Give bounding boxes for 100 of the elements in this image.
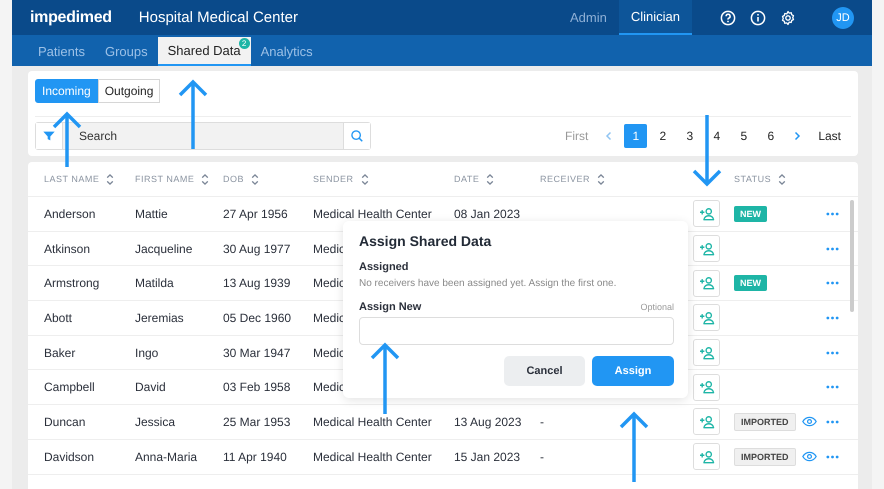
table-cell: - (540, 450, 544, 464)
role-tab[interactable]: Clinician (618, 0, 692, 35)
add-person-icon (698, 206, 714, 221)
table-cell: Matilda (135, 276, 174, 290)
table-cell: 30 Mar 1947 (223, 346, 290, 360)
settings-icon[interactable] (780, 10, 796, 26)
sort-icon[interactable] (778, 172, 786, 186)
more-icon[interactable] (826, 316, 839, 320)
status-badge: IMPORTED (734, 448, 796, 466)
view-eye-icon[interactable] (802, 416, 817, 428)
count-badge: 2 (238, 38, 250, 49)
assign-user-button[interactable] (693, 200, 720, 228)
add-person-icon (698, 276, 714, 290)
assign-user-button[interactable] (693, 443, 720, 470)
add-person-icon (698, 450, 714, 464)
column-header[interactable]: SENDER (313, 174, 354, 184)
optional-hint: Optional (640, 302, 674, 312)
column-header[interactable]: LAST NAME (44, 174, 100, 184)
add-person-icon (698, 414, 714, 429)
more-icon[interactable] (826, 350, 839, 355)
table-cell: 27 Apr 1956 (223, 206, 288, 221)
info-icon[interactable] (750, 10, 766, 26)
assign-user-button[interactable] (693, 374, 720, 401)
more-icon[interactable] (826, 246, 839, 251)
table-cell: David (135, 380, 166, 394)
add-person-icon (698, 346, 714, 360)
logo: impedimed (30, 8, 112, 26)
table-cell: Jeremias (135, 310, 184, 325)
table-cell: Jessica (135, 414, 176, 429)
table-cell: Duncan (44, 414, 86, 429)
sort-icon[interactable] (360, 172, 369, 186)
table-cell: 13 Aug 1939 (223, 276, 290, 290)
table-cell: Medic (313, 346, 346, 360)
last-page-link[interactable]: Last (818, 129, 841, 143)
page-button[interactable]: 4 (705, 124, 728, 148)
page-button[interactable]: 1 (624, 124, 648, 148)
chevron-right-icon[interactable] (792, 131, 802, 141)
page-button[interactable]: 5 (732, 124, 756, 148)
table-cell: Medical Health Center (313, 206, 432, 221)
more-icon[interactable] (826, 454, 839, 459)
table-cell: Medic (313, 242, 346, 256)
nav-tab[interactable]: Analytics (250, 37, 323, 66)
column-header[interactable]: FIRST NAME (135, 174, 194, 184)
sort-icon[interactable] (486, 172, 494, 186)
table-cell: Armstrong (44, 276, 100, 290)
assign-user-button[interactable] (693, 235, 720, 262)
nav-tab[interactable]: Patients (28, 37, 95, 66)
table-cell: Medic (313, 276, 346, 290)
table-cell: Campbell (44, 380, 95, 394)
add-person-icon (698, 310, 714, 325)
role-tab[interactable]: Admin (558, 0, 619, 35)
sort-icon[interactable] (201, 172, 210, 186)
status-badge: NEW (734, 206, 767, 222)
more-icon[interactable] (826, 281, 839, 286)
assigned-message: No receivers have been assigned yet. Assign the first one. (359, 278, 618, 289)
assign-user-button[interactable] (693, 270, 720, 297)
table-cell: Medic (313, 380, 346, 394)
column-header[interactable]: STATUS (734, 174, 772, 184)
column-header[interactable]: DATE (454, 174, 480, 184)
table-cell: Davidson (44, 450, 94, 464)
page-button[interactable]: 3 (678, 124, 702, 148)
user-avatar[interactable]: JD (832, 6, 854, 28)
column-header[interactable]: DOB (223, 174, 244, 184)
sort-icon[interactable] (597, 172, 606, 186)
assign-user-button[interactable] (693, 339, 720, 366)
direction-tab[interactable]: Incoming (35, 79, 98, 103)
table-cell: Abott (44, 310, 72, 325)
table-cell: Mattie (135, 206, 168, 221)
scrollbar[interactable] (850, 200, 854, 312)
assign-new-label: Assign New (359, 301, 422, 313)
nav-tab[interactable]: Groups (94, 37, 158, 66)
table-cell: 11 Apr 1940 (223, 450, 287, 464)
table-cell: - (540, 414, 544, 429)
assign-user-button[interactable] (693, 408, 720, 436)
hospital-title: Hospital Medical Center (138, 9, 298, 26)
view-eye-icon[interactable] (802, 451, 817, 462)
table-cell: 08 Jan 2023 (454, 206, 520, 221)
more-icon[interactable] (826, 420, 839, 424)
dialog-title: Assign Shared Data (359, 233, 492, 249)
assign-user-button[interactable] (693, 304, 720, 332)
table-cell: Medic (313, 310, 346, 325)
sort-icon[interactable] (106, 172, 114, 186)
status-badge: IMPORTED (734, 412, 796, 431)
sort-icon[interactable] (251, 172, 260, 186)
more-icon[interactable] (826, 212, 839, 216)
table-cell: Atkinson (44, 242, 90, 256)
direction-tab[interactable]: Outgoing (98, 79, 160, 103)
table-cell: Anderson (44, 206, 96, 221)
add-person-icon (698, 242, 714, 256)
column-header[interactable]: RECEIVER (540, 174, 590, 184)
page-button[interactable]: 2 (651, 124, 674, 148)
more-icon[interactable] (826, 385, 839, 390)
page-button[interactable]: 6 (759, 124, 782, 148)
cancel-button[interactable]: Cancel (504, 356, 585, 386)
help-icon[interactable] (720, 10, 736, 26)
annotation-arrow (618, 410, 650, 482)
assign-button[interactable]: Assign (592, 356, 674, 386)
table-cell: Medical Health Center (313, 414, 432, 429)
assign-new-field[interactable] (359, 317, 674, 345)
first-page-link[interactable]: First (564, 129, 588, 143)
